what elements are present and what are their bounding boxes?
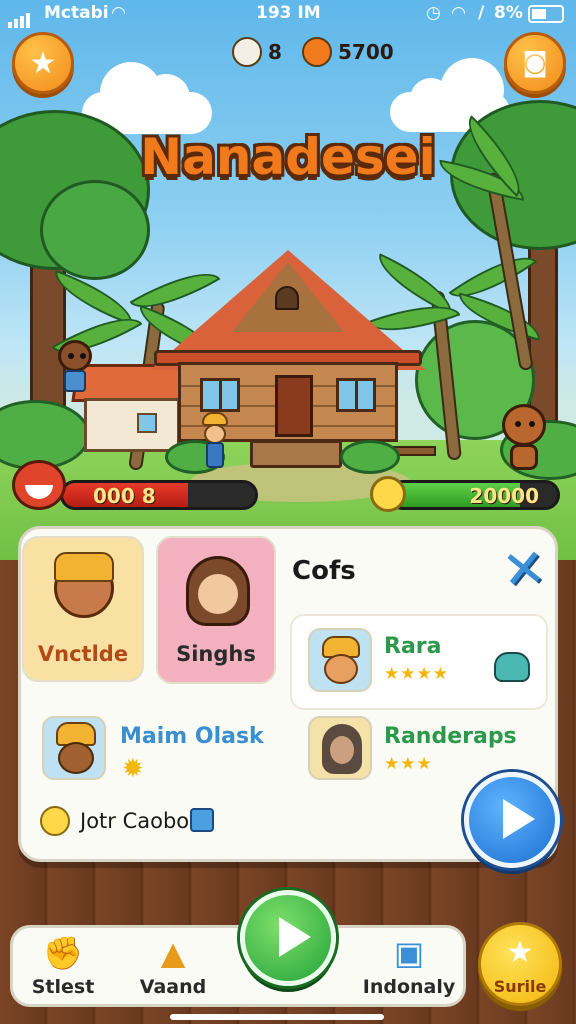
card-label: Singhs [176,642,256,666]
house-steps [250,440,342,468]
close-button[interactable]: ✕ [498,538,551,602]
pet-face-icon [232,37,262,67]
villager-body [206,442,224,468]
battery-icon [528,5,564,23]
main-play-button[interactable] [240,890,336,986]
carrier-name: Mctabi [44,3,109,23]
play-icon [279,917,311,957]
coins-meter-text: 20000 [469,484,539,508]
gear-icon: ✹ [122,754,144,784]
avatar-face [198,574,238,614]
close-icon: ✕ [499,537,549,603]
side-house [84,398,180,452]
nav-label: Stlest [31,976,95,998]
camera-button[interactable]: ◙ [504,32,566,94]
no-signal-icon: / [478,3,485,23]
friend-name: Rara [384,634,442,659]
hat-icon [54,552,114,582]
villager-character[interactable] [204,424,226,444]
star-icon: ★ [29,45,57,81]
friend-portrait [308,628,372,692]
friend-portrait [308,716,372,780]
pet-counter: 8 [232,36,282,68]
continue-play-button[interactable] [464,772,560,868]
fist-icon: ✊ [43,934,83,972]
monkey-body [64,370,86,392]
clock: 193 IM [256,3,321,23]
friend-name[interactable]: Randeraps [384,724,517,749]
friend-rating: ★★★ [384,754,433,774]
nav-label: Vaand [139,976,207,998]
friend-name[interactable]: Maim Olask [120,724,264,749]
monster-badge-icon [494,652,530,682]
special-label: Surile [493,977,547,996]
signal-icon [8,8,32,28]
smiley-coin-icon [370,476,406,512]
nav-item-indonaly[interactable]: ▣ Indonaly [359,928,459,1008]
footer-text: Jotr Caobo [80,809,190,833]
house-window [336,378,376,412]
bottom-nav: ✊ Stlest ▲ Vaand ▣ Indonaly [10,925,466,1007]
gift-box-icon: ▣ [393,934,425,972]
fruit-count: 5700 [338,40,394,64]
bush [340,440,400,474]
card-label: Vnctlde [37,642,129,666]
bear-body [510,444,538,470]
character-card-vnctlde[interactable]: Vnctlde [22,536,144,682]
camera-icon: ◙ [522,48,548,78]
tent-icon: ▲ [160,934,186,972]
battery-percent: 8% [494,3,523,23]
orange-fruit-icon [302,37,332,67]
character-card-singhs[interactable]: Singhs [156,536,276,684]
star-icon: ★ [506,935,534,970]
game-scene [0,0,576,560]
edit-icon[interactable] [190,808,214,832]
health-meter-text: 000 8 [93,484,156,508]
pet-count: 8 [268,40,282,64]
house-window [200,378,240,412]
fruit-counter: 5700 [302,36,394,68]
friend-portrait [42,716,106,780]
attic-vent [275,286,299,310]
nav-label: Indonaly [362,976,456,998]
nav-item-vaand[interactable]: ▲ Vaand [123,928,223,1008]
alarm-icon: ◷ [426,3,441,23]
friend-rating: ★★★★ [384,664,449,684]
coins-meter: 20000 [388,480,560,510]
tiger-face-icon [12,460,66,510]
tree-foliage [40,180,150,280]
wifi-icon: ◠ [452,3,466,23]
smiley-icon [40,806,70,836]
play-icon [503,799,535,839]
monkey-character[interactable] [58,340,92,372]
bear-character[interactable] [502,404,546,446]
wifi-icon: ◠ [112,3,126,23]
game-title: Nanadesei [140,128,436,186]
health-meter: 000 8 [60,480,258,510]
special-button[interactable]: ★ Surile [478,922,562,1006]
panel-heading: Cofs [292,556,356,586]
house-door[interactable] [275,375,313,437]
nav-item-stlest[interactable]: ✊ Stlest [13,928,113,1008]
home-indicator[interactable] [170,1014,384,1020]
status-bar: Mctabi ◠ 193 IM ◷ ◠ / 8% [0,0,576,28]
favorites-button[interactable]: ★ [12,32,74,94]
